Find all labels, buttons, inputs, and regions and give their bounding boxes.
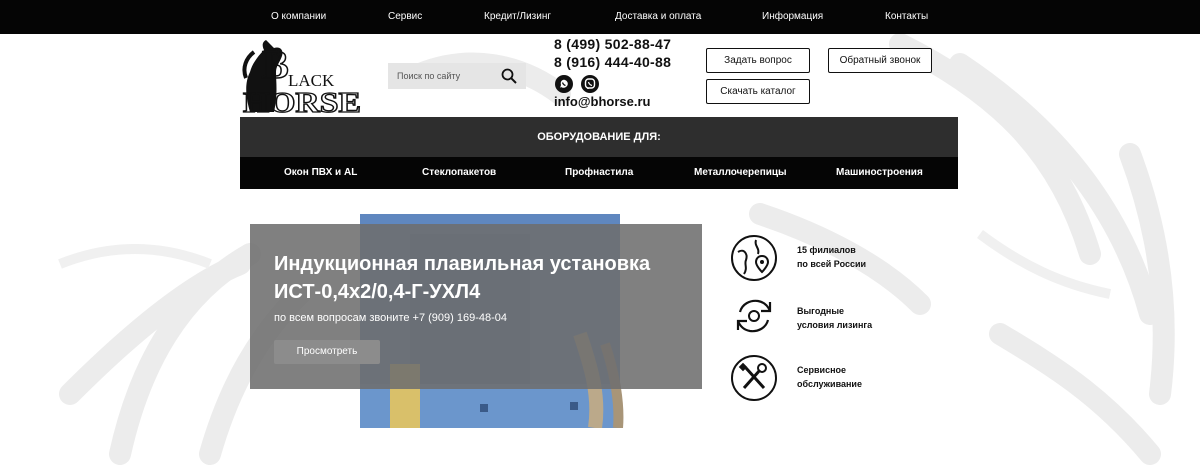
topnav-service[interactable]: Сервис bbox=[388, 0, 422, 34]
banner-subtitle: по всем вопросам звоните +7 (909) 169-48… bbox=[274, 312, 508, 324]
equipment-title: ОБОРУДОВАНИЕ ДЛЯ: bbox=[537, 131, 661, 143]
phone-primary[interactable]: 8 (499) 502-88-47 bbox=[554, 36, 671, 52]
feature-service: Сервисное обслуживание bbox=[797, 365, 862, 389]
phone-secondary[interactable]: 8 (916) 444-40-88 bbox=[554, 54, 671, 70]
viber-icon[interactable] bbox=[580, 74, 600, 94]
category-metal-tile[interactable]: Металлочерепицы bbox=[694, 157, 787, 189]
category-machine-building[interactable]: Машиностроения bbox=[836, 157, 923, 189]
download-catalog-button[interactable]: Скачать каталог bbox=[706, 79, 810, 104]
globe-location-icon bbox=[731, 235, 777, 281]
top-navigation-bar: О компании Сервис Кредит/Лизинг Доставка… bbox=[0, 0, 1200, 34]
equipment-categories: Окон ПВХ и AL Стеклопакетов Профнастила … bbox=[240, 157, 958, 189]
tools-icon bbox=[731, 355, 777, 401]
topnav-contacts[interactable]: Контакты bbox=[885, 0, 928, 34]
topnav-about[interactable]: О компании bbox=[271, 0, 326, 34]
search-input[interactable] bbox=[388, 63, 498, 89]
topnav-delivery[interactable]: Доставка и оплата bbox=[615, 0, 701, 34]
black-horse-logo[interactable]: B LACK HORSE bbox=[240, 38, 364, 114]
view-button[interactable]: Просмотреть bbox=[274, 340, 380, 364]
whatsapp-icon[interactable] bbox=[554, 74, 574, 94]
svg-text:HORSE: HORSE bbox=[243, 88, 361, 114]
equipment-menu: ОБОРУДОВАНИЕ ДЛЯ: Окон ПВХ и AL Стеклопа… bbox=[240, 117, 958, 189]
banner-title: Индукционная плавильная установка ИСТ-0,… bbox=[274, 253, 651, 303]
email-link[interactable]: info@bhorse.ru bbox=[554, 94, 650, 109]
search-box bbox=[388, 63, 526, 89]
svg-text:B: B bbox=[262, 42, 289, 87]
search-icon[interactable] bbox=[501, 68, 517, 84]
feature-leasing: Выгодные условия лизинга bbox=[797, 306, 873, 330]
promo-banner: Индукционная плавильная установка ИСТ-0,… bbox=[250, 224, 702, 389]
refresh-cycle-icon bbox=[736, 299, 772, 333]
topnav-info[interactable]: Информация bbox=[762, 0, 823, 34]
category-glass-units[interactable]: Стеклопакетов bbox=[422, 157, 496, 189]
callback-button[interactable]: Обратный звонок bbox=[828, 48, 932, 73]
category-profiled-sheet[interactable]: Профнастила bbox=[565, 157, 633, 189]
ask-question-button[interactable]: Задать вопрос bbox=[706, 48, 810, 73]
feature-branches: 15 филиалов по всей России bbox=[797, 245, 867, 269]
category-windows[interactable]: Окон ПВХ и AL bbox=[284, 157, 357, 189]
topnav-credit-leasing[interactable]: Кредит/Лизинг bbox=[484, 0, 551, 34]
